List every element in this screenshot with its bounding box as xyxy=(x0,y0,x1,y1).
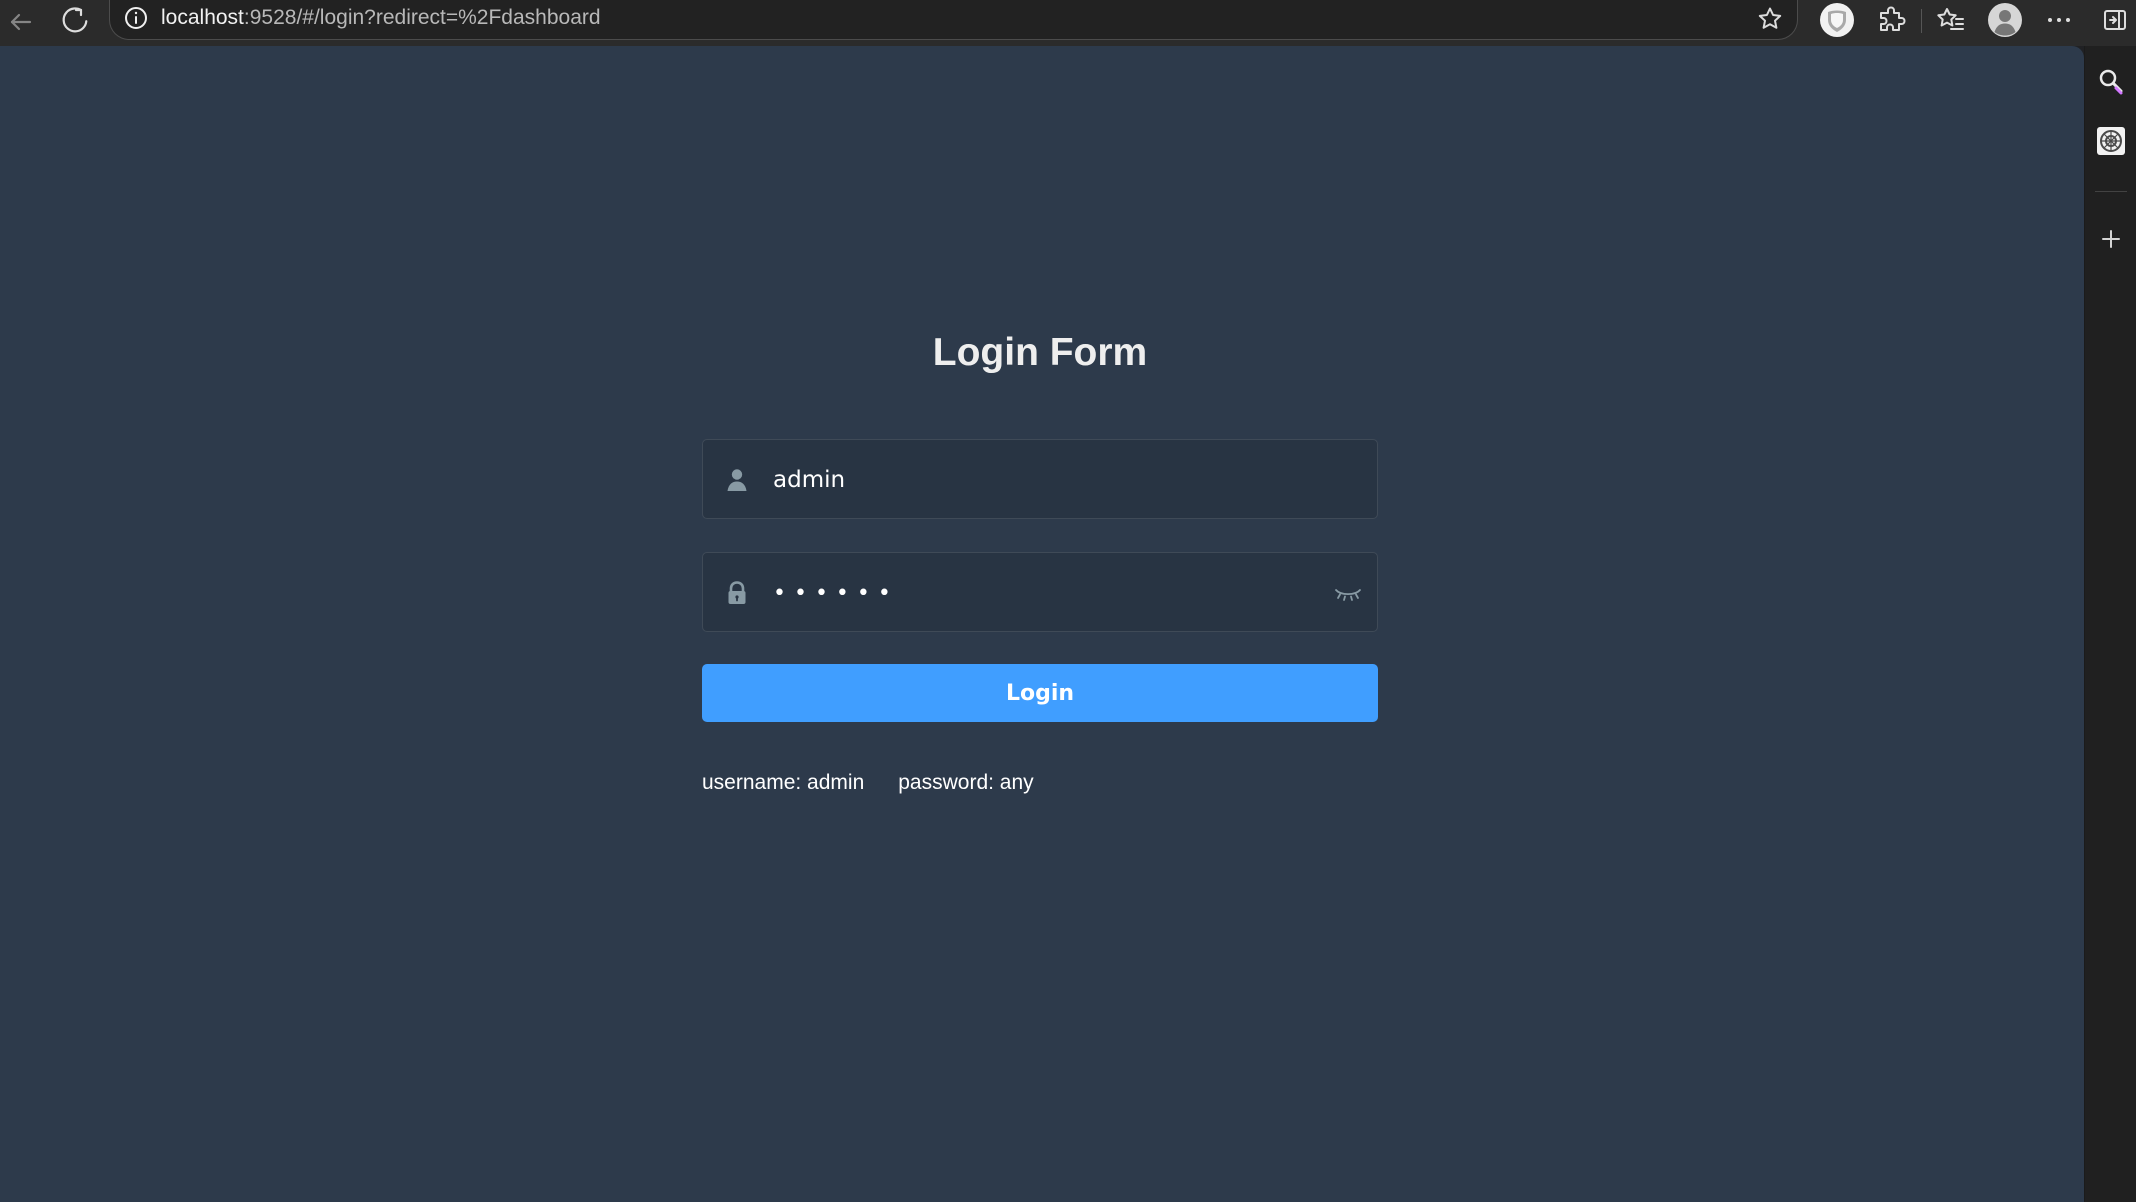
username-field[interactable] xyxy=(702,439,1378,519)
sidebar-divider xyxy=(2095,191,2127,192)
favorites-button[interactable] xyxy=(1932,1,1970,39)
toolbar-separator xyxy=(1921,9,1922,33)
password-field[interactable] xyxy=(702,552,1378,632)
more-dots-icon xyxy=(2048,18,2070,22)
url-path: :9528/#/login?redirect=%2Fdashboard xyxy=(243,6,601,29)
sidebar-search-button[interactable] xyxy=(2092,62,2130,100)
back-button[interactable] xyxy=(4,5,38,39)
password-tip: password: any xyxy=(898,771,1034,794)
reload-button[interactable] xyxy=(55,3,91,39)
address-bar[interactable]: localhost:9528/#/login?redirect=%2Fdashb… xyxy=(109,0,1798,40)
sidebar-toggle-icon xyxy=(2104,10,2126,30)
username-input[interactable] xyxy=(765,454,1325,506)
back-arrow-icon xyxy=(10,13,32,31)
info-circle-icon[interactable] xyxy=(123,5,149,31)
app-badge-icon xyxy=(2097,127,2125,155)
shield-extension-button[interactable] xyxy=(1818,1,1856,39)
lock-icon xyxy=(728,581,746,604)
star-icon xyxy=(1758,7,1782,29)
sidebar-toggle-button[interactable] xyxy=(2096,1,2134,39)
puzzle-icon xyxy=(1880,6,1906,31)
login-form: Login Form Login xyxy=(702,286,1378,806)
url-text[interactable]: localhost:9528/#/login?redirect=%2Fdashb… xyxy=(161,6,601,30)
shield-extension-icon xyxy=(1820,3,1854,37)
plus-icon xyxy=(2102,230,2120,248)
user-icon xyxy=(727,469,747,491)
sidebar-add-button[interactable] xyxy=(2092,220,2130,258)
reload-icon xyxy=(62,7,88,33)
password-input[interactable] xyxy=(765,567,1325,619)
url-host: localhost xyxy=(161,6,244,29)
profile-button[interactable] xyxy=(1985,0,2025,40)
login-button[interactable]: Login xyxy=(702,664,1378,722)
browser-toolbar: localhost:9528/#/login?redirect=%2Fdashb… xyxy=(0,0,2136,46)
username-tip: username: admin xyxy=(702,771,865,794)
browser-sidebar xyxy=(2084,46,2136,1202)
eye-closed-icon[interactable] xyxy=(1332,579,1364,607)
login-page: Login Form Login xyxy=(0,46,2084,1202)
sidebar-app-button[interactable] xyxy=(2092,122,2130,160)
favorite-button[interactable] xyxy=(1755,4,1785,34)
favorites-list-icon xyxy=(1937,8,1964,30)
search-icon xyxy=(2099,69,2123,95)
login-tips: username: admin password: any xyxy=(702,768,1034,798)
extensions-button[interactable] xyxy=(1872,1,1910,39)
more-button[interactable] xyxy=(2040,1,2078,39)
page-title: Login Form xyxy=(932,331,1148,374)
avatar-icon xyxy=(1988,3,2022,37)
